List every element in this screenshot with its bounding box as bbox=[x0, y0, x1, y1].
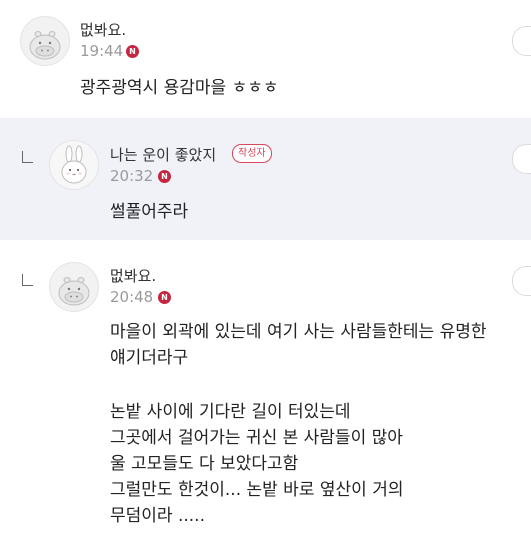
comment-text-line: 논밭 사이에 기다란 길이 터있는데 bbox=[110, 402, 351, 422]
comment-text-line: 그곳에서 걸어가는 귀신 본 사람들이 많아 bbox=[110, 428, 403, 448]
new-badge: N bbox=[158, 291, 171, 304]
avatar[interactable] bbox=[49, 262, 99, 312]
comment-time: 19:44 bbox=[80, 42, 124, 60]
comment-thread: 멊봐요. 19:44 N 광주광역시 용감마을 ㅎㅎㅎ 나는 운이 좋았지 작성… bbox=[0, 0, 531, 538]
more-options-button[interactable] bbox=[512, 144, 531, 174]
new-badge: N bbox=[158, 170, 171, 183]
new-badge: N bbox=[126, 45, 139, 58]
hippo-avatar-icon bbox=[58, 277, 90, 306]
more-options-button[interactable] bbox=[512, 26, 531, 56]
reply-comment: 멊봐요. 20:48 N 마을이 외곽에 있는데 여기 사는 사람들한테는 유명… bbox=[0, 240, 531, 538]
author-badge: 작성자 bbox=[232, 144, 272, 163]
comment-nickname[interactable]: 멊봐요. bbox=[110, 265, 156, 286]
comment-text-line: 무덤이라 ..... bbox=[110, 506, 205, 526]
comment-text-line: 그럴만도 한것이... 논밭 바로 옆산이 거의 bbox=[110, 480, 404, 500]
hippo-avatar-icon bbox=[29, 31, 61, 60]
rabbit-avatar-icon bbox=[50, 141, 98, 189]
comment-nickname[interactable]: 멊봐요. bbox=[80, 19, 126, 40]
comment-time: 20:32 bbox=[110, 167, 154, 185]
comment: 멊봐요. 19:44 N 광주광역시 용감마을 ㅎㅎㅎ bbox=[0, 0, 531, 118]
comment-text-line: 울 고모들도 다 보았다고함 bbox=[110, 454, 299, 474]
reply-arrow-icon bbox=[22, 151, 33, 163]
comment-text: 썰풀어주라 bbox=[110, 202, 189, 222]
reply-arrow-icon bbox=[22, 274, 33, 286]
comment-nickname[interactable]: 나는 운이 좋았지 bbox=[110, 144, 216, 165]
avatar[interactable] bbox=[20, 16, 70, 66]
reply-comment: 나는 운이 좋았지 작성자 20:32 N 썰풀어주라 bbox=[0, 118, 531, 240]
comment-time: 20:48 bbox=[110, 288, 154, 306]
comment-text: 광주광역시 용감마을 ㅎㅎㅎ bbox=[80, 78, 279, 98]
comment-text-line: 마을이 외곽에 있는데 여기 사는 사람들한테는 유명한 bbox=[110, 322, 487, 342]
more-options-button[interactable] bbox=[512, 266, 531, 296]
avatar[interactable] bbox=[49, 140, 99, 190]
comment-text-line: 얘기더라구 bbox=[110, 348, 189, 368]
